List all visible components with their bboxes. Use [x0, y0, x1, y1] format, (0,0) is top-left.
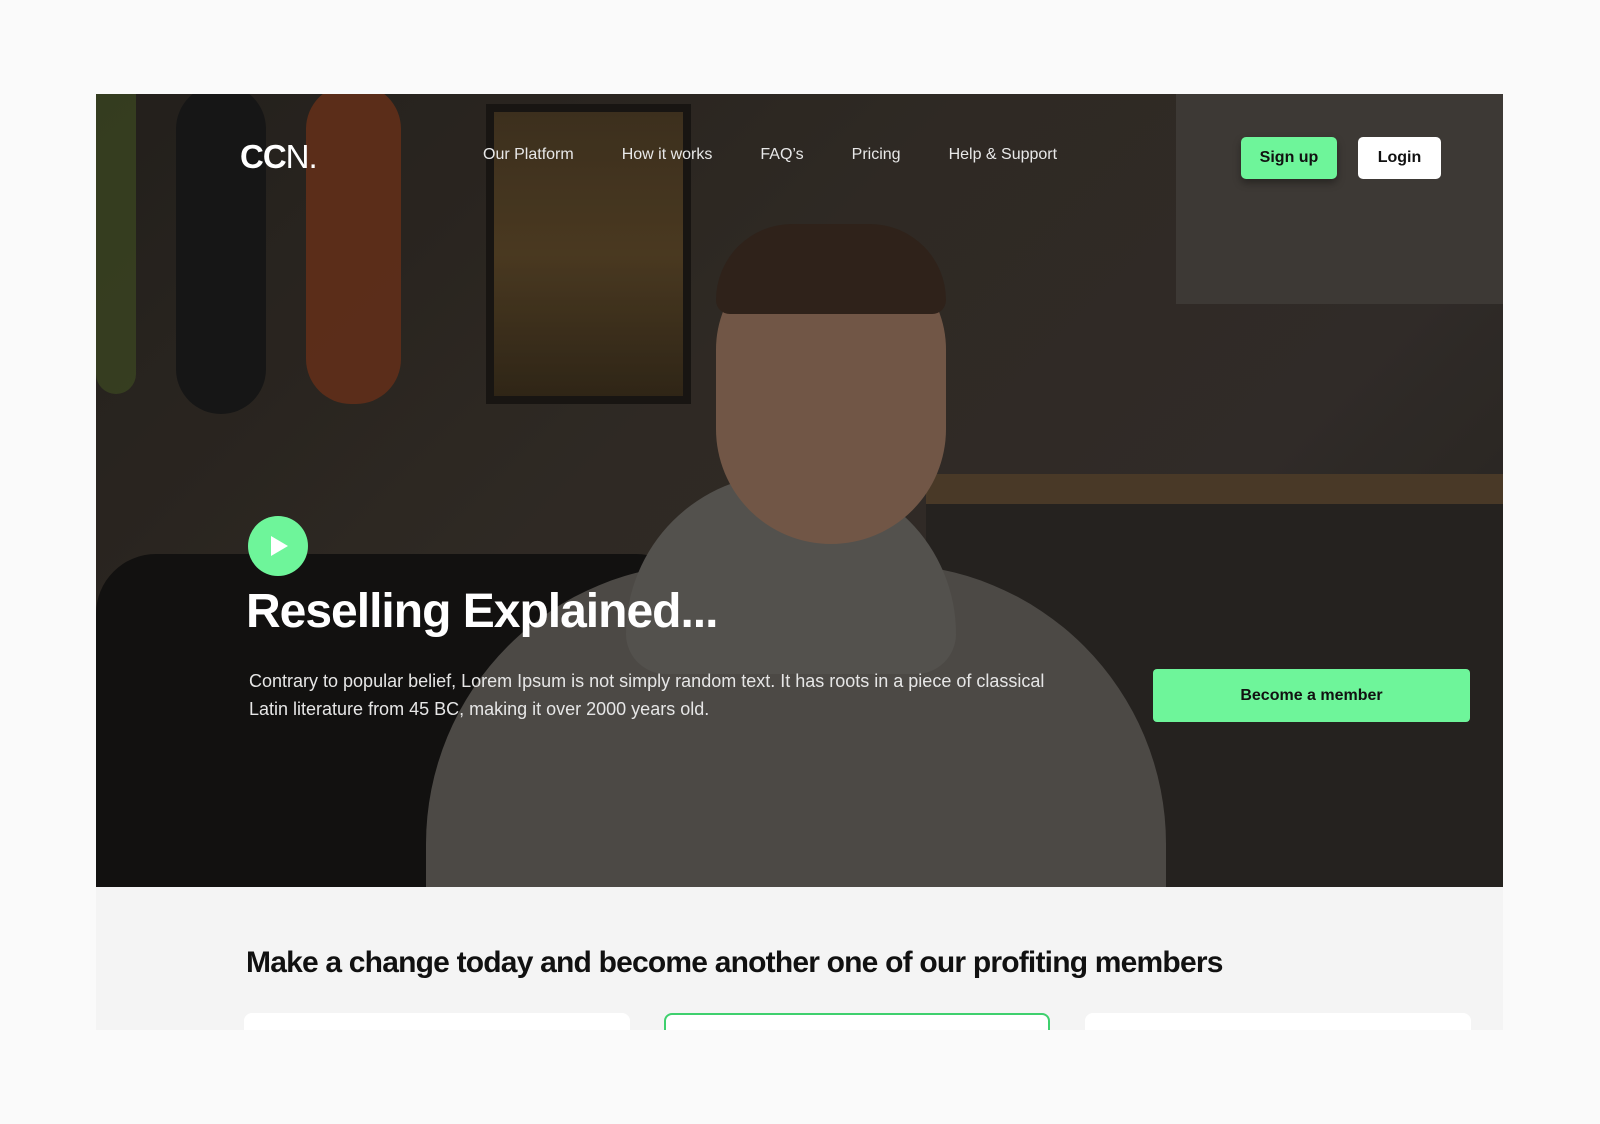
hero-description: Contrary to popular belief, Lorem Ipsum …: [249, 671, 1045, 719]
logo-bold: CC: [240, 138, 287, 175]
brand-logo[interactable]: CCN.: [240, 138, 318, 176]
hero-overlay: [96, 94, 1503, 887]
login-button[interactable]: Login: [1358, 137, 1441, 179]
nav-item-our-platform[interactable]: Our Platform: [483, 146, 574, 164]
hero-section: CCN. Our Platform How it works FAQ’s Pri…: [96, 94, 1503, 887]
play-icon: [271, 536, 288, 556]
section-title: Make a change today and become another o…: [246, 946, 1223, 979]
signup-button[interactable]: Sign up: [1241, 137, 1337, 179]
nav-item-help-support[interactable]: Help & Support: [949, 146, 1058, 164]
play-button[interactable]: [248, 516, 308, 576]
main-nav: Our Platform How it works FAQ’s Pricing …: [483, 146, 1105, 164]
page-frame: CCN. Our Platform How it works FAQ’s Pri…: [96, 94, 1503, 1030]
nav-item-faqs[interactable]: FAQ’s: [760, 146, 803, 164]
nav-item-how-it-works[interactable]: How it works: [622, 146, 713, 164]
plan-card[interactable]: [244, 1013, 630, 1030]
hero-title: Reselling Explained...: [246, 585, 718, 638]
plan-card-featured[interactable]: [664, 1013, 1050, 1030]
become-member-button[interactable]: Become a member: [1153, 669, 1470, 722]
logo-rest: N.: [285, 138, 318, 175]
plan-card[interactable]: [1085, 1013, 1471, 1030]
nav-item-pricing[interactable]: Pricing: [852, 146, 901, 164]
